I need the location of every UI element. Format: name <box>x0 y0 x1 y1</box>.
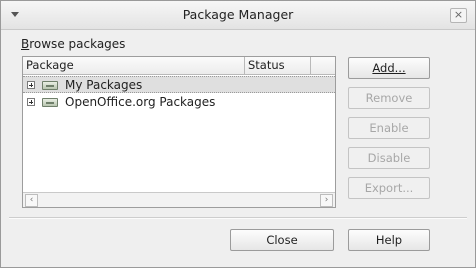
export-button[interactable]: Export... <box>348 177 430 199</box>
expand-icon[interactable] <box>27 81 35 89</box>
column-header-status[interactable]: Status <box>245 57 311 74</box>
footer-separator <box>9 217 467 219</box>
add-button-label: Add... <box>372 61 406 75</box>
enable-button[interactable]: Enable <box>348 117 430 139</box>
remove-button[interactable]: Remove <box>348 87 430 109</box>
window-title: Package Manager <box>182 7 294 22</box>
list-item[interactable]: My Packages <box>23 76 335 93</box>
help-button[interactable]: Help <box>348 229 430 251</box>
package-folder-icon <box>42 81 58 90</box>
disable-button[interactable]: Disable <box>348 147 430 169</box>
browse-packages-label-rest: rowse packages <box>29 37 126 51</box>
package-manager-dialog: Package Manager × Browse packages Packag… <box>0 0 476 268</box>
package-folder-icon <box>42 98 58 107</box>
add-button[interactable]: Add... <box>348 57 430 79</box>
list-item[interactable]: OpenOffice.org Packages <box>23 94 335 111</box>
package-list[interactable]: Package Status My Packages OpenOffice.or… <box>22 56 336 208</box>
scroll-left-icon[interactable]: ‹ <box>25 194 38 207</box>
package-list-header: Package Status <box>23 57 335 75</box>
close-icon[interactable]: × <box>450 8 467 23</box>
browse-packages-label-accel: B <box>21 37 30 51</box>
browse-packages-label: Browse packages <box>21 37 125 51</box>
scroll-right-icon[interactable]: › <box>320 194 333 207</box>
expand-icon[interactable] <box>27 98 35 106</box>
horizontal-scrollbar[interactable]: ‹ › <box>23 192 335 207</box>
title-bar: Package Manager × <box>1 1 475 30</box>
close-button[interactable]: Close <box>230 229 334 251</box>
list-item-label: My Packages <box>65 78 143 92</box>
list-item-label: OpenOffice.org Packages <box>65 95 216 109</box>
column-header-package[interactable]: Package <box>23 57 245 74</box>
